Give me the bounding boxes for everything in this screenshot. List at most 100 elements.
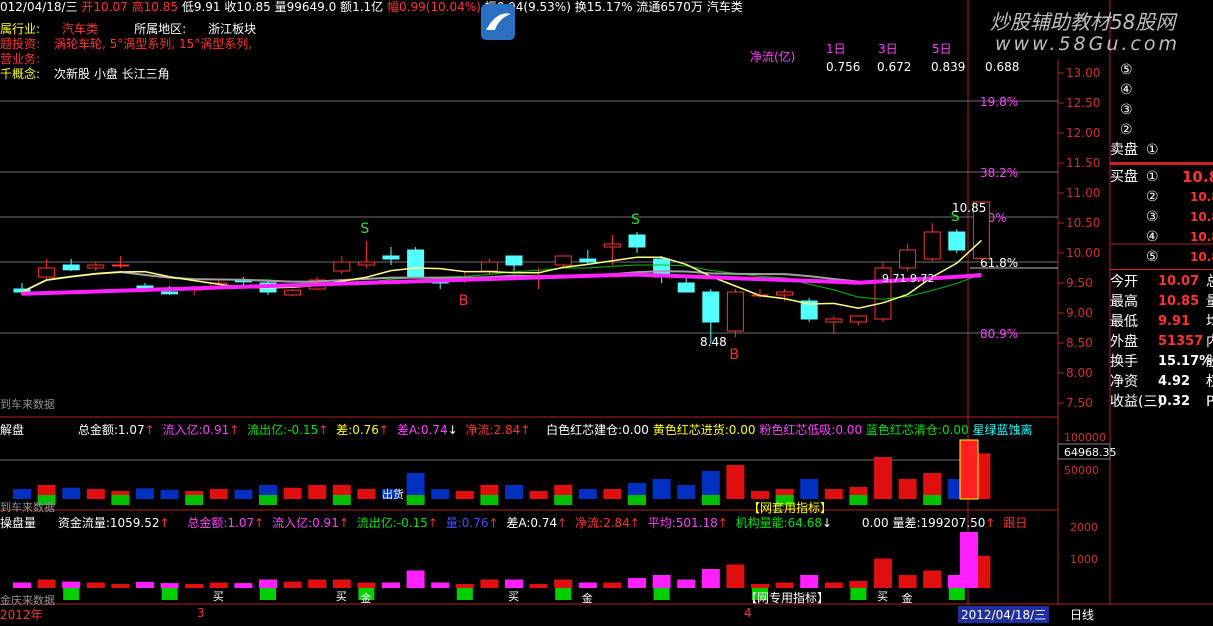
stat-key: 今开: [1110, 274, 1138, 290]
sell-level[interactable]: ②: [1110, 120, 1213, 140]
ind1-yellow: 0.00: [728, 423, 756, 437]
ind1-pink-label: 粉色红芯低吸:: [759, 423, 836, 437]
ind1-green-bar: [406, 495, 425, 505]
price-axis-label: 8.00: [1066, 366, 1093, 380]
buy-level-num: ②: [1146, 189, 1159, 205]
ind1-axis-label: 64968.35: [1064, 446, 1117, 459]
ind1-bar: [431, 489, 450, 499]
ind1-pink: 0.00: [835, 423, 863, 437]
ind1-diff-label: 差:: [336, 423, 353, 437]
ind1-bar: [874, 457, 892, 499]
sell-level[interactable]: ⑤: [1110, 60, 1213, 80]
hot-label: 题投资:: [0, 37, 41, 51]
candle-body: [554, 255, 572, 266]
order-book-panel: ⑤ ④ ③ ② 卖盘 ① 买盘 ① 10.8 ② 10.8 ③ 10.8 ④ 10.8 ⑤ 1…: [1110, 60, 1213, 412]
buy-level-price: 10.8: [1190, 250, 1213, 264]
indicator2-header: 操盘量 资金流量:1059.52↑ 总金额:1.07↑ 流入亿:0.91↑ 流出…: [0, 516, 1028, 530]
stat-tail: 均: [1206, 312, 1213, 332]
sell-level-num: ②: [1120, 122, 1133, 138]
volume-label: 量: [274, 0, 287, 14]
ind2-bar: [357, 582, 376, 588]
ind2-follow: 跟日: [1003, 516, 1028, 530]
ind2-org-label: 机构量能:: [735, 516, 788, 530]
stat-row: 最高 10.85 量: [1110, 292, 1213, 312]
buy-level[interactable]: ③ 10.8: [1110, 207, 1213, 227]
ind2-gold-label: 金: [902, 591, 913, 605]
close-label: 收: [224, 0, 237, 14]
ind1-diffa-label: 差A:: [396, 423, 421, 437]
ind2-inflow-label: 流入亿:: [272, 516, 313, 530]
sell-level[interactable]: ④: [1110, 80, 1213, 100]
signal-sell-label: S: [360, 221, 369, 237]
watermark-cn: 炒股辅助教材58股网: [990, 10, 1176, 34]
buy-level-num: ①: [1146, 169, 1159, 185]
price-axis-label: 9.00: [1066, 306, 1093, 320]
buy-level[interactable]: ② 10.8: [1110, 187, 1213, 207]
region-value: 浙江板块: [208, 22, 257, 36]
netflow-3d-label: 3日: [878, 42, 898, 56]
buy-level-price: 10.8: [1190, 230, 1213, 244]
buy-level[interactable]: 买盘 ① 10.8: [1110, 167, 1213, 187]
ind1-out-label: 出货: [382, 488, 404, 501]
ind2-blue: 0.76: [461, 516, 489, 530]
ind2-bar: [13, 582, 31, 588]
ind1-green-bar: [701, 495, 720, 505]
buy-level[interactable]: ④ 10.8: [1110, 227, 1213, 247]
stat-key: 外盘: [1110, 334, 1138, 350]
signal-buy-label: B: [459, 293, 469, 309]
price-axis-label: 12.00: [1066, 126, 1100, 140]
stat-value: 4.92: [1158, 374, 1191, 389]
ind2-zero: 0.00: [861, 516, 889, 530]
ind2-total-label: 总金额:: [187, 516, 228, 530]
netflow-3d: 0.672: [877, 60, 912, 74]
buy-level-price: 10.8: [1190, 210, 1213, 224]
stats-divider: [1110, 269, 1213, 270]
stat-row: 今开 10.07 总: [1110, 272, 1213, 292]
price-axis-label: 9.50: [1066, 276, 1093, 290]
ind2-bar: [824, 582, 843, 588]
sell-level[interactable]: 卖盘 ①: [1110, 140, 1213, 160]
buy-level[interactable]: ⑤ 10.8: [1110, 247, 1213, 267]
open-label: 开: [81, 0, 94, 14]
ind2-bar: [480, 579, 499, 588]
stat-key: 换手: [1110, 354, 1138, 370]
stat-tail: 内: [1206, 332, 1213, 352]
ind2-cap: 1059.52: [109, 516, 160, 530]
concept-value: 次新股 小盘 长江三角: [54, 67, 170, 81]
price-axis-label: 11.50: [1066, 156, 1100, 170]
netflow-1d: 0.756: [826, 60, 861, 74]
ind2-bar: [849, 581, 868, 588]
ind2-bar: [259, 579, 277, 588]
candle-body: [849, 315, 867, 323]
candlestick-chart[interactable]: 13.00 12.50 12.00 11.50 11.00 10.50 10.00 9.50 9…: [0, 0, 1213, 626]
netflow-1d-label: 1日: [826, 42, 846, 56]
ind1-net-label: 净流:: [465, 423, 494, 437]
ind2-gold-label: 金: [360, 591, 371, 605]
app-logo-icon[interactable]: [481, 4, 515, 40]
period-tab[interactable]: 日线: [1070, 606, 1094, 623]
ind2-bar: [603, 582, 622, 588]
buy-level-price: 10.8: [1190, 190, 1213, 204]
ind1-bar: [603, 489, 622, 499]
ind2-blue-label: 量:: [445, 516, 462, 530]
range-value: 0.99(10.04%): [399, 0, 481, 14]
ind2-green-bar: [850, 588, 867, 600]
ind1-bar: [209, 489, 228, 499]
range-label: 幅: [386, 0, 399, 14]
stat-value: 15.17%: [1158, 354, 1213, 369]
ind1-bar: [898, 479, 917, 499]
amount-value: 1.1亿: [352, 0, 384, 14]
price-axis-label: 11.00: [1066, 186, 1100, 200]
ind1-bar: [308, 485, 327, 499]
sell-level[interactable]: ③: [1110, 100, 1213, 120]
price-axis-label: 8.50: [1066, 336, 1093, 350]
ind2-diffa: 0.74: [530, 516, 558, 530]
signal-buy-label: B: [729, 347, 739, 363]
netflow-5d: 0.839: [931, 60, 966, 74]
stat-key: 最高: [1110, 294, 1138, 310]
ind2-bar: [701, 569, 720, 588]
ind2-bar: [751, 584, 769, 588]
ind1-bar: [677, 485, 696, 499]
price-axis-label: 7.50: [1066, 396, 1093, 410]
ind1-blue: 0.00: [941, 423, 969, 437]
